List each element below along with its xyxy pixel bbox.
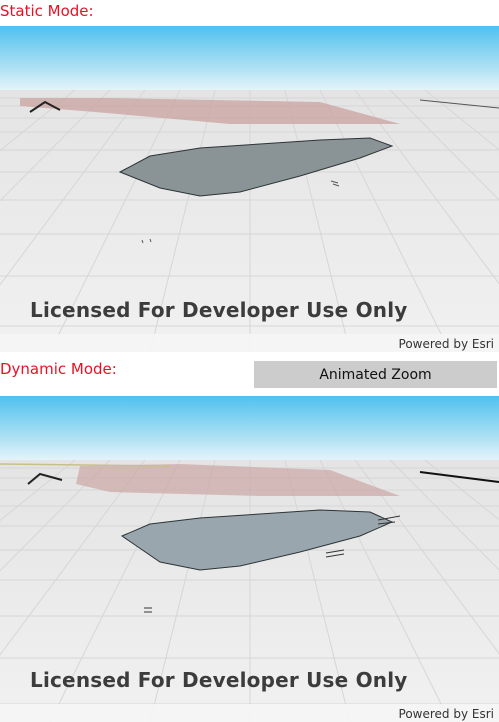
animated-zoom-button[interactable]: Animated Zoom <box>254 361 497 388</box>
license-watermark: Licensed For Developer Use Only <box>30 668 408 692</box>
sky <box>0 26 499 92</box>
static-scene-view[interactable]: Licensed For Developer Use Only Powered … <box>0 26 499 352</box>
license-watermark: Licensed For Developer Use Only <box>30 298 408 322</box>
static-mode-label: Static Mode: <box>0 2 94 20</box>
dynamic-scene-view[interactable]: Licensed For Developer Use Only Powered … <box>0 396 499 722</box>
sky <box>0 396 499 462</box>
attribution-bar: Powered by Esri <box>0 334 499 352</box>
dynamic-mode-label: Dynamic Mode: <box>0 360 117 378</box>
attribution-bar: Powered by Esri <box>0 704 499 722</box>
esri-attribution[interactable]: Powered by Esri <box>399 707 494 721</box>
esri-attribution[interactable]: Powered by Esri <box>399 337 494 351</box>
